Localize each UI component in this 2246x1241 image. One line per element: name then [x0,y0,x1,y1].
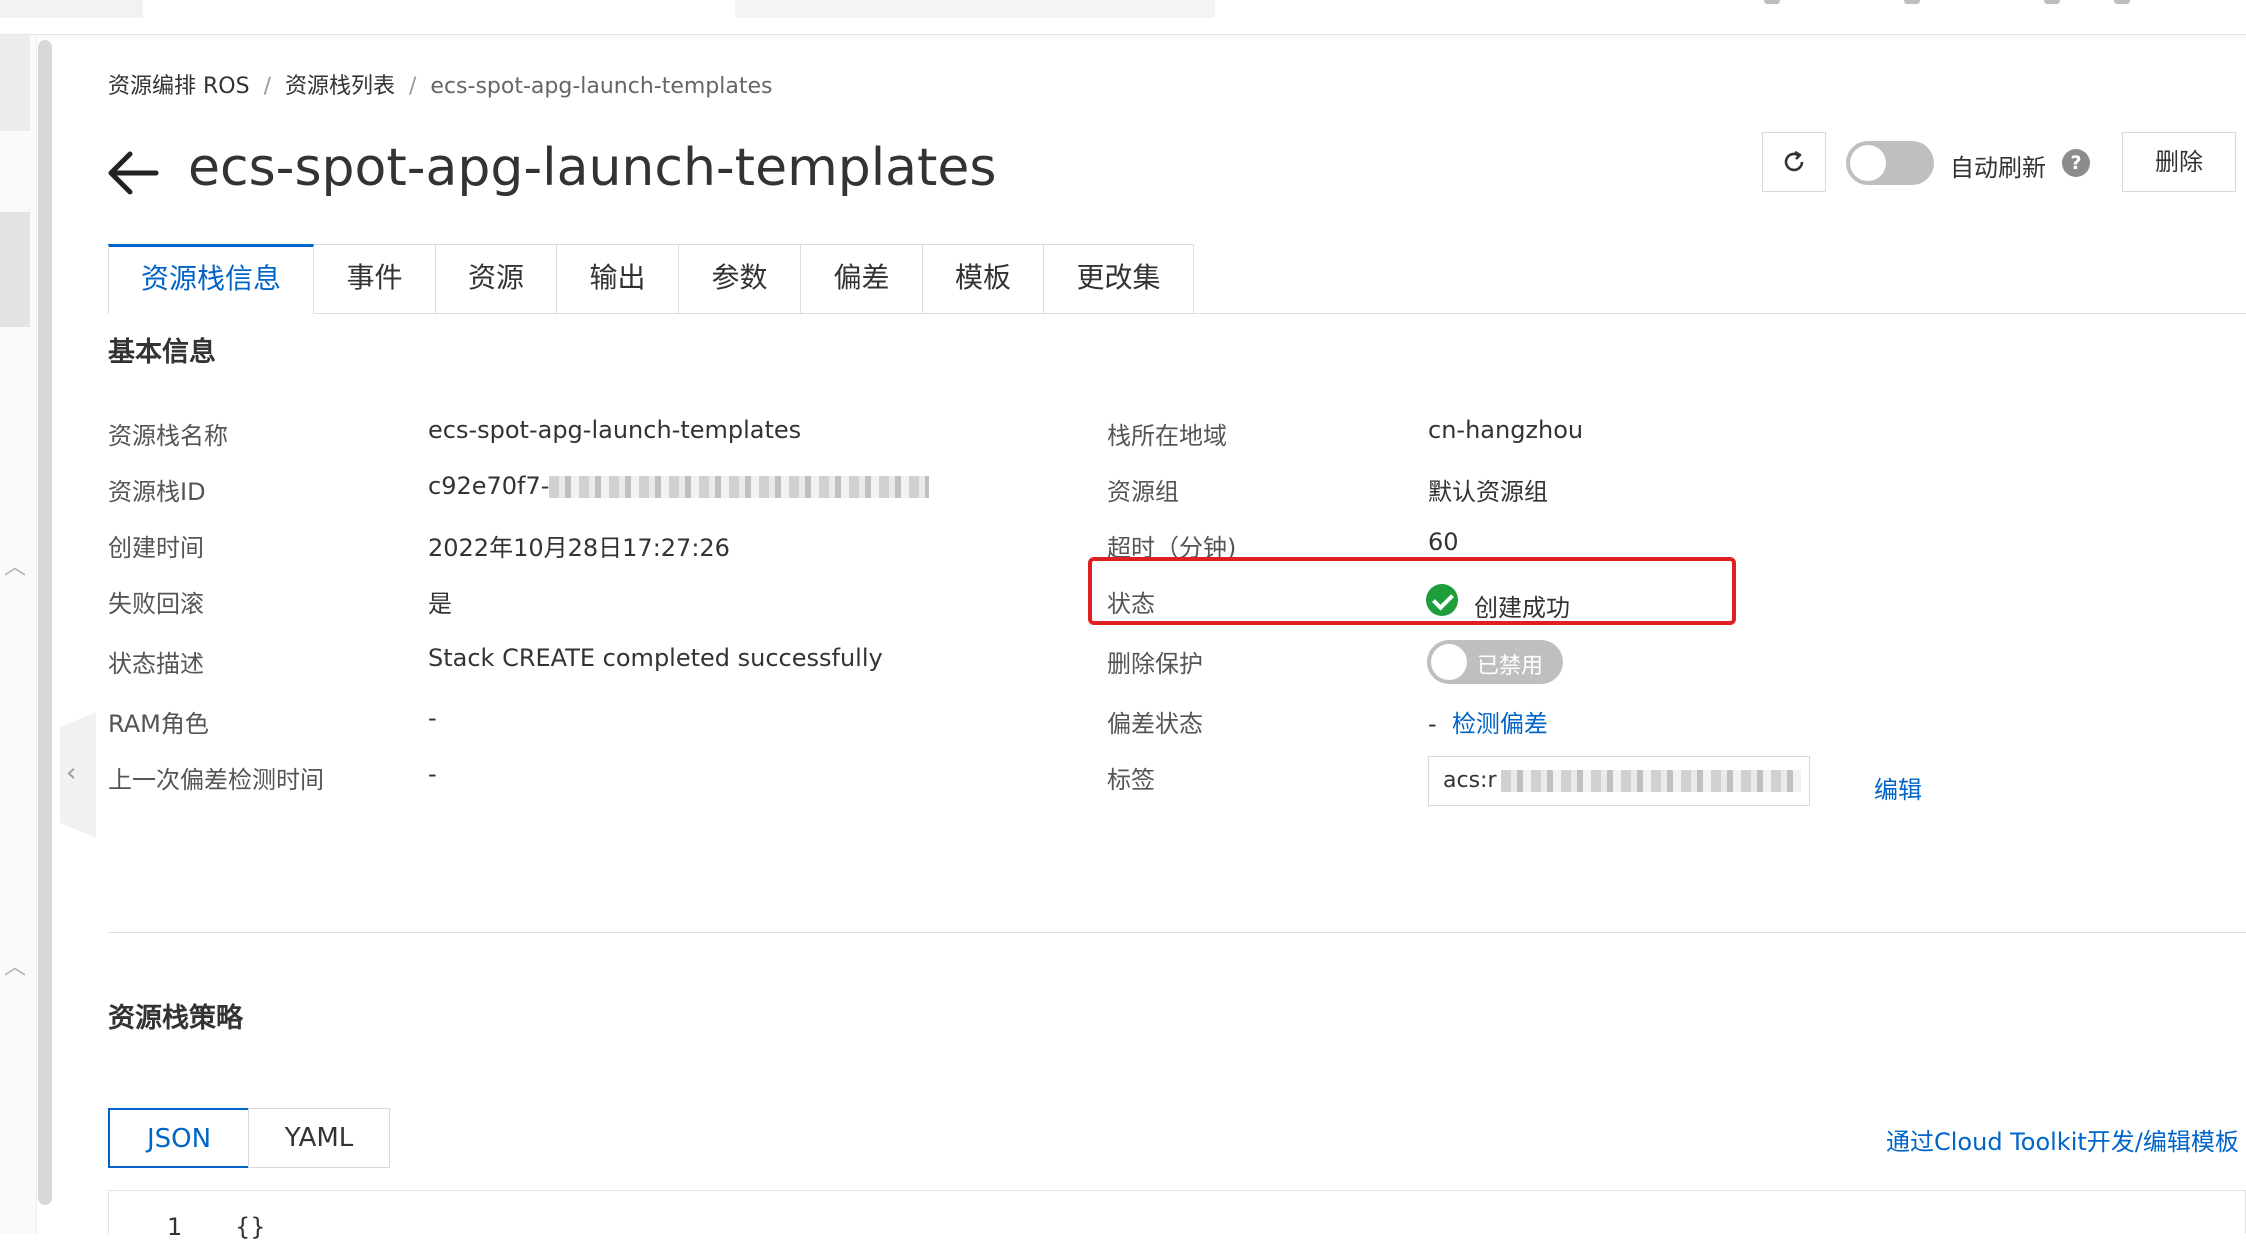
value-resource-group: 默认资源组 [1428,478,1548,506]
redacted-block [549,476,930,498]
value-status-desc: Stack CREATE completed successfully [428,644,883,672]
label-tags: 标签 [1107,766,1155,794]
top-bar-icon[interactable] [2044,0,2060,4]
toggle-knob [1431,644,1467,680]
label-status-desc: 状态描述 [108,650,204,678]
chevron-left-icon: ‹ [66,758,77,788]
refresh-button[interactable] [1762,132,1826,192]
top-navigation-bar [0,0,2246,35]
label-delete-protection: 删除保护 [1107,650,1203,678]
value-stack-name: ecs-spot-apg-launch-templates [428,416,802,444]
label-stack-id: 资源栈ID [108,478,206,506]
sidebar-scrollbar[interactable] [38,40,52,1205]
breadcrumb-item-stack-list[interactable]: 资源栈列表 [285,74,395,99]
value-timeout: 60 [1428,528,1459,556]
label-ram-role: RAM角色 [108,710,209,738]
toggle-knob [1850,145,1886,181]
tab-change-sets[interactable]: 更改集 [1044,244,1194,314]
breadcrumb-item-ros[interactable]: 资源编排 ROS [108,74,250,99]
value-stack-id: c92e70f7- [428,472,930,500]
tag-chip: acs:r [1428,756,1810,806]
breadcrumb: 资源编排 ROS / 资源栈列表 / ecs-spot-apg-launch-templ… [108,68,773,100]
delete-protection-state: 已禁用 [1477,654,1544,679]
value-rollback: 是 [428,590,452,618]
sidebar-segment-active[interactable] [0,212,30,327]
redacted-block [1500,770,1801,792]
top-bar-icon[interactable] [1764,0,1780,4]
value-last-drift-time: - [428,760,437,788]
detect-drift-link[interactable]: 检测偏差 [1452,710,1548,738]
delete-protection-toggle[interactable]: 已禁用 [1427,640,1563,684]
tab-resources[interactable]: 资源 [436,244,557,314]
section-divider [108,932,2246,933]
cloud-toolkit-link[interactable]: 通过Cloud Toolkit开发/编辑模板 [1886,1122,2239,1157]
tab-bar: 资源栈信息 事件 资源 输出 参数 偏差 模板 更改集 [108,244,1194,314]
label-resource-group: 资源组 [1107,478,1179,506]
chevron-up-icon[interactable]: ︿ [4,957,26,979]
page-title: ecs-spot-apg-launch-templates [188,138,997,198]
label-last-drift-time: 上一次偏差检测时间 [108,766,324,794]
value-ram-role: - [428,704,437,732]
value-created-time: 2022年10月28日17:27:26 [428,534,730,562]
sidebar-collapse-toggle[interactable]: ‹ [60,712,96,838]
back-arrow-icon[interactable] [106,148,160,198]
tab-events[interactable]: 事件 [314,244,436,314]
label-drift-status: 偏差状态 [1107,710,1203,738]
left-sidebar-rail: ︿ ︿ [0,35,37,1234]
code-line: {} [235,1213,266,1241]
top-bar-icon[interactable] [1904,0,1920,4]
section-title-basic-info: 基本信息 [108,337,216,368]
chevron-up-icon[interactable]: ︿ [4,557,26,579]
refresh-icon [1784,150,1804,172]
status-highlight-box [1088,557,1736,625]
sidebar-segment[interactable] [0,35,30,131]
top-bar-search[interactable] [735,0,1215,18]
format-json-button[interactable]: JSON [108,1108,250,1168]
label-stack-name: 资源栈名称 [108,422,228,450]
value-drift-status: - 检测偏差 [1428,704,1548,739]
tab-stack-info[interactable]: 资源栈信息 [108,244,314,314]
tab-outputs[interactable]: 输出 [557,244,679,314]
edit-tags-link[interactable]: 编辑 [1874,770,1922,805]
stack-id-text: c92e70f7- [428,472,550,500]
top-bar-icon[interactable] [2114,0,2130,4]
label-region: 栈所在地域 [1107,422,1227,450]
top-bar-logo-area[interactable] [0,0,143,18]
tab-parameters[interactable]: 参数 [679,244,801,314]
line-number: 1 [167,1213,183,1241]
breadcrumb-separator: / [409,74,417,99]
value-region: cn-hangzhou [1428,416,1584,444]
auto-refresh-label: 自动刷新 [1950,154,2046,182]
policy-code-editor[interactable]: 1 {} [108,1190,2246,1241]
label-rollback: 失败回滚 [108,590,204,618]
breadcrumb-separator: / [263,74,271,99]
delete-button[interactable]: 删除 [2122,132,2236,192]
section-title-stack-policy: 资源栈策略 [108,1003,243,1034]
breadcrumb-item-current: ecs-spot-apg-launch-templates [430,74,773,99]
tab-template[interactable]: 模板 [923,244,1044,314]
help-icon[interactable]: ? [2062,149,2090,177]
tab-drift[interactable]: 偏差 [801,244,923,314]
tag-text: acs:r [1443,768,1497,793]
label-created-time: 创建时间 [108,534,204,562]
drift-status-prefix: - [1428,710,1437,738]
format-yaml-button[interactable]: YAML [248,1108,390,1168]
auto-refresh-toggle[interactable] [1846,141,1934,185]
